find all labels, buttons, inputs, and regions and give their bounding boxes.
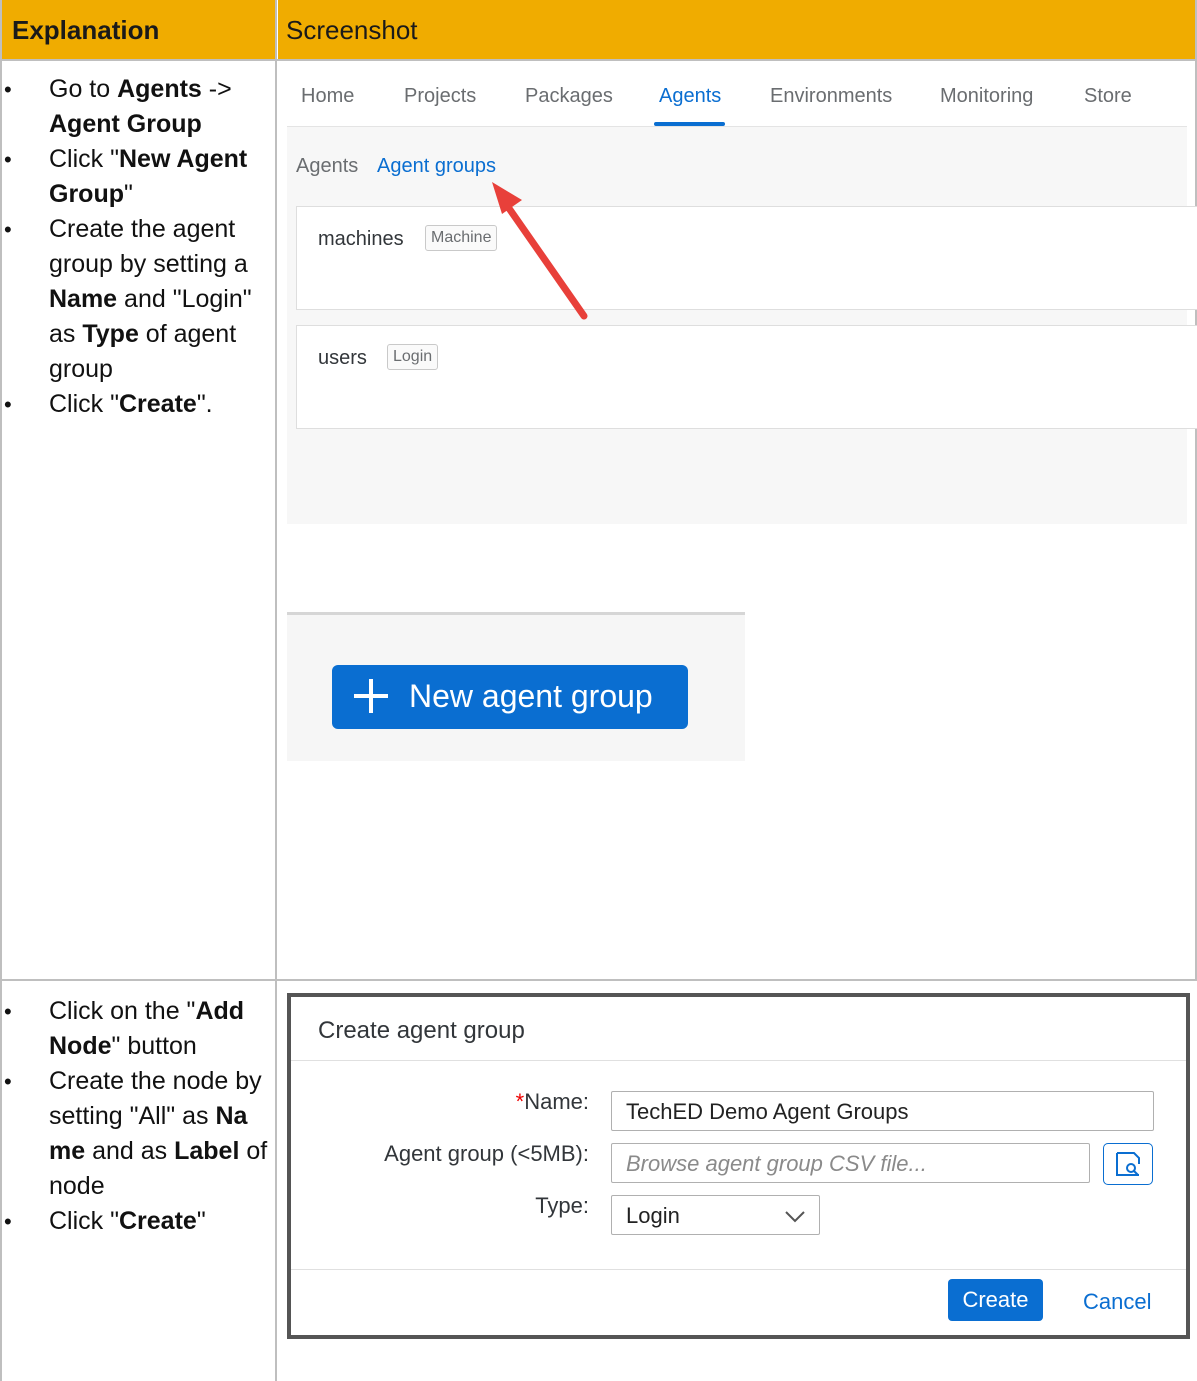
agent-group-file-input[interactable]: Browse agent group CSV file... — [611, 1143, 1090, 1183]
type-select[interactable]: Login — [611, 1195, 820, 1235]
step-item: Click on the "Add Node" button — [0, 994, 270, 1064]
step-item: Click "Create" — [0, 1204, 270, 1239]
nav-environments[interactable]: Environments — [770, 85, 892, 108]
step-keyword: Type — [82, 320, 139, 348]
header-screenshot-label: Screenshot — [286, 15, 418, 45]
step-text: Click on the " — [49, 997, 196, 1025]
header-explanation-label: Explanation — [12, 15, 160, 45]
step-keyword: Agent Group — [49, 110, 202, 138]
agent-group-card-users[interactable]: users Login — [296, 325, 1197, 429]
dialog-footer-divider — [291, 1269, 1186, 1270]
dialog-title: Create agent group — [318, 1017, 525, 1044]
table-header-divider — [0, 59, 1197, 61]
name-label-text: Name: — [524, 1089, 589, 1114]
header-screenshot: Screenshot — [278, 0, 1197, 60]
instruction-table: Explanation Screenshot Go to Agents -> A… — [0, 0, 1197, 1381]
step-text: ". — [196, 390, 213, 418]
new-agent-group-button[interactable]: New agent group — [332, 665, 688, 729]
nav-agents[interactable]: Agents — [659, 85, 721, 108]
step-item: Click "New Agent Group" — [0, 142, 270, 212]
new-agent-group-area: New agent group — [287, 612, 745, 761]
cancel-button[interactable]: Cancel — [1083, 1289, 1151, 1315]
step-keyword: Create — [118, 1207, 197, 1235]
table-row-divider — [0, 979, 1197, 981]
nav-projects[interactable]: Projects — [404, 85, 476, 108]
nav-store[interactable]: Store — [1084, 85, 1132, 108]
nav-home[interactable]: Home — [301, 85, 354, 108]
subnav-agents[interactable]: Agents — [296, 155, 358, 178]
step-text: -> — [201, 75, 232, 103]
step-text: Create the agent group by setting a — [49, 215, 248, 278]
step-keyword: Name — [49, 285, 118, 313]
type-label: Type: — [535, 1193, 589, 1218]
agent-group-file-label: Agent group (<5MB): — [384, 1141, 589, 1166]
agent-group-card-machines[interactable]: machines Machine — [296, 206, 1197, 310]
nav-packages[interactable]: Packages — [525, 85, 613, 108]
create-agent-group-dialog: Create agent group *Name: TechED Demo Ag… — [287, 993, 1190, 1339]
agents-panel: Agents Agent groups machines Machine use… — [287, 127, 1197, 524]
file-input-placeholder: Browse agent group CSV file... — [626, 1151, 927, 1176]
step-text: Click " — [49, 1207, 119, 1235]
header-explanation: Explanation — [0, 0, 276, 60]
step-text: " button — [111, 1032, 197, 1060]
step-text: and as — [85, 1137, 175, 1165]
step-keyword: Label — [174, 1137, 240, 1165]
nav-monitoring[interactable]: Monitoring — [940, 85, 1033, 108]
create-button[interactable]: Create — [948, 1279, 1043, 1321]
step-text: Click " — [49, 390, 119, 418]
step-keyword: Create — [118, 390, 197, 418]
step-text: Go to — [49, 75, 118, 103]
step-text: " — [124, 180, 133, 208]
step-text: Click " — [49, 145, 119, 173]
browse-file-button[interactable] — [1103, 1143, 1153, 1185]
agent-group-type-badge: Login — [387, 344, 439, 370]
row1-steps: Go to Agents -> Agent GroupClick "New Ag… — [0, 72, 270, 422]
active-tab-indicator — [654, 122, 725, 126]
agent-group-name: users — [318, 347, 367, 369]
step-item: Create the node by setting "All" as Na m… — [0, 1064, 270, 1204]
type-select-value: Login — [626, 1203, 680, 1228]
required-marker: * — [515, 1089, 525, 1114]
table-column-divider — [275, 0, 277, 1381]
name-input[interactable]: TechED Demo Agent Groups — [611, 1091, 1154, 1131]
step-text: " — [196, 1207, 206, 1235]
subnav-agent-groups[interactable]: Agent groups — [377, 155, 496, 178]
browse-file-icon — [1116, 1152, 1140, 1176]
plus-icon — [354, 679, 388, 713]
red-arrow-annotation — [492, 182, 588, 320]
agent-group-name: machines — [318, 228, 404, 250]
top-nav: Home Projects Packages Agents Environmen… — [287, 62, 1187, 127]
step-item: Create the agent group by setting a Name… — [0, 212, 270, 387]
dialog-header-divider — [291, 1060, 1186, 1061]
row2-steps: Click on the "Add Node" buttonCreate the… — [0, 994, 270, 1239]
step-item: Go to Agents -> Agent Group — [0, 72, 270, 142]
chevron-down-icon — [785, 1211, 805, 1223]
step-item: Click "Create". — [0, 387, 270, 422]
name-label: *Name: — [516, 1089, 589, 1115]
name-input-value: TechED Demo Agent Groups — [626, 1099, 909, 1124]
new-agent-group-label: New agent group — [409, 678, 653, 714]
step-keyword: Agents — [117, 75, 202, 103]
